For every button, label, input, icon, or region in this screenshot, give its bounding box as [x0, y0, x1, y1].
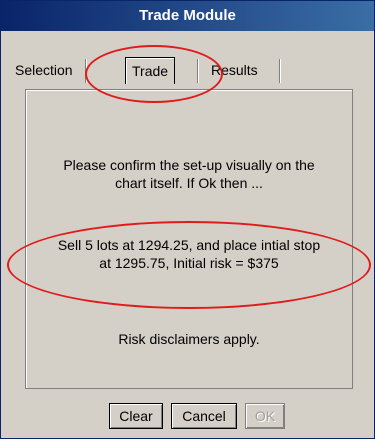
- ok-button[interactable]: OK: [245, 403, 285, 429]
- clear-button[interactable]: Clear: [109, 403, 163, 429]
- tab-divider: [279, 59, 280, 83]
- confirm-text-line1: Please confirm the set-up visually on th…: [63, 157, 315, 173]
- trade-module-window: Trade Module Selection Trade Results Ple…: [0, 0, 375, 439]
- risk-disclaimer: Risk disclaimers apply.: [118, 331, 260, 347]
- window-title: Trade Module: [139, 7, 236, 24]
- cancel-button[interactable]: Cancel: [171, 403, 237, 429]
- order-highlight-ellipse: [7, 221, 371, 309]
- tab-highlight-ellipse: [85, 45, 223, 103]
- title-bar[interactable]: Trade Module: [1, 1, 374, 31]
- confirm-text-line2: chart itself. If Ok then ...: [115, 175, 263, 191]
- tab-selection[interactable]: Selection: [15, 57, 73, 83]
